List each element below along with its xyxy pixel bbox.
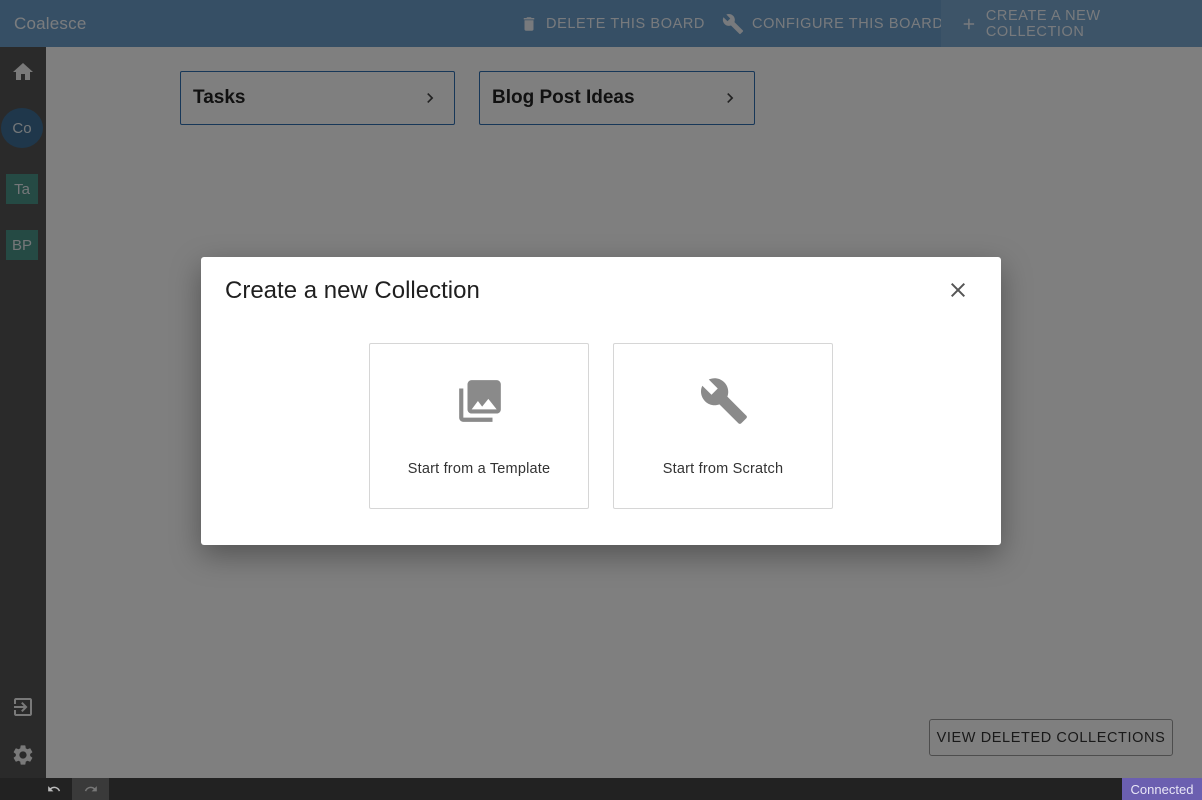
create-collection-dialog: Create a new Collection Start from a Tem… — [201, 257, 1001, 545]
redo-icon — [84, 786, 97, 792]
undo-icon — [48, 786, 61, 792]
option-label: Start from a Template — [407, 461, 551, 477]
start-from-scratch-option[interactable]: Start from Scratch — [613, 343, 833, 509]
connection-status-badge: Connected — [1122, 778, 1202, 800]
start-from-template-option[interactable]: Start from a Template — [369, 343, 589, 509]
undo-button[interactable] — [36, 778, 72, 800]
redo-button[interactable] — [72, 778, 109, 800]
wrench-icon — [700, 378, 747, 424]
option-label: Start from Scratch — [662, 461, 784, 477]
status-bar: Connected — [0, 778, 1202, 800]
close-icon[interactable] — [946, 278, 970, 302]
dialog-title: Create a new Collection — [225, 277, 480, 304]
photo-library-icon — [459, 380, 501, 422]
